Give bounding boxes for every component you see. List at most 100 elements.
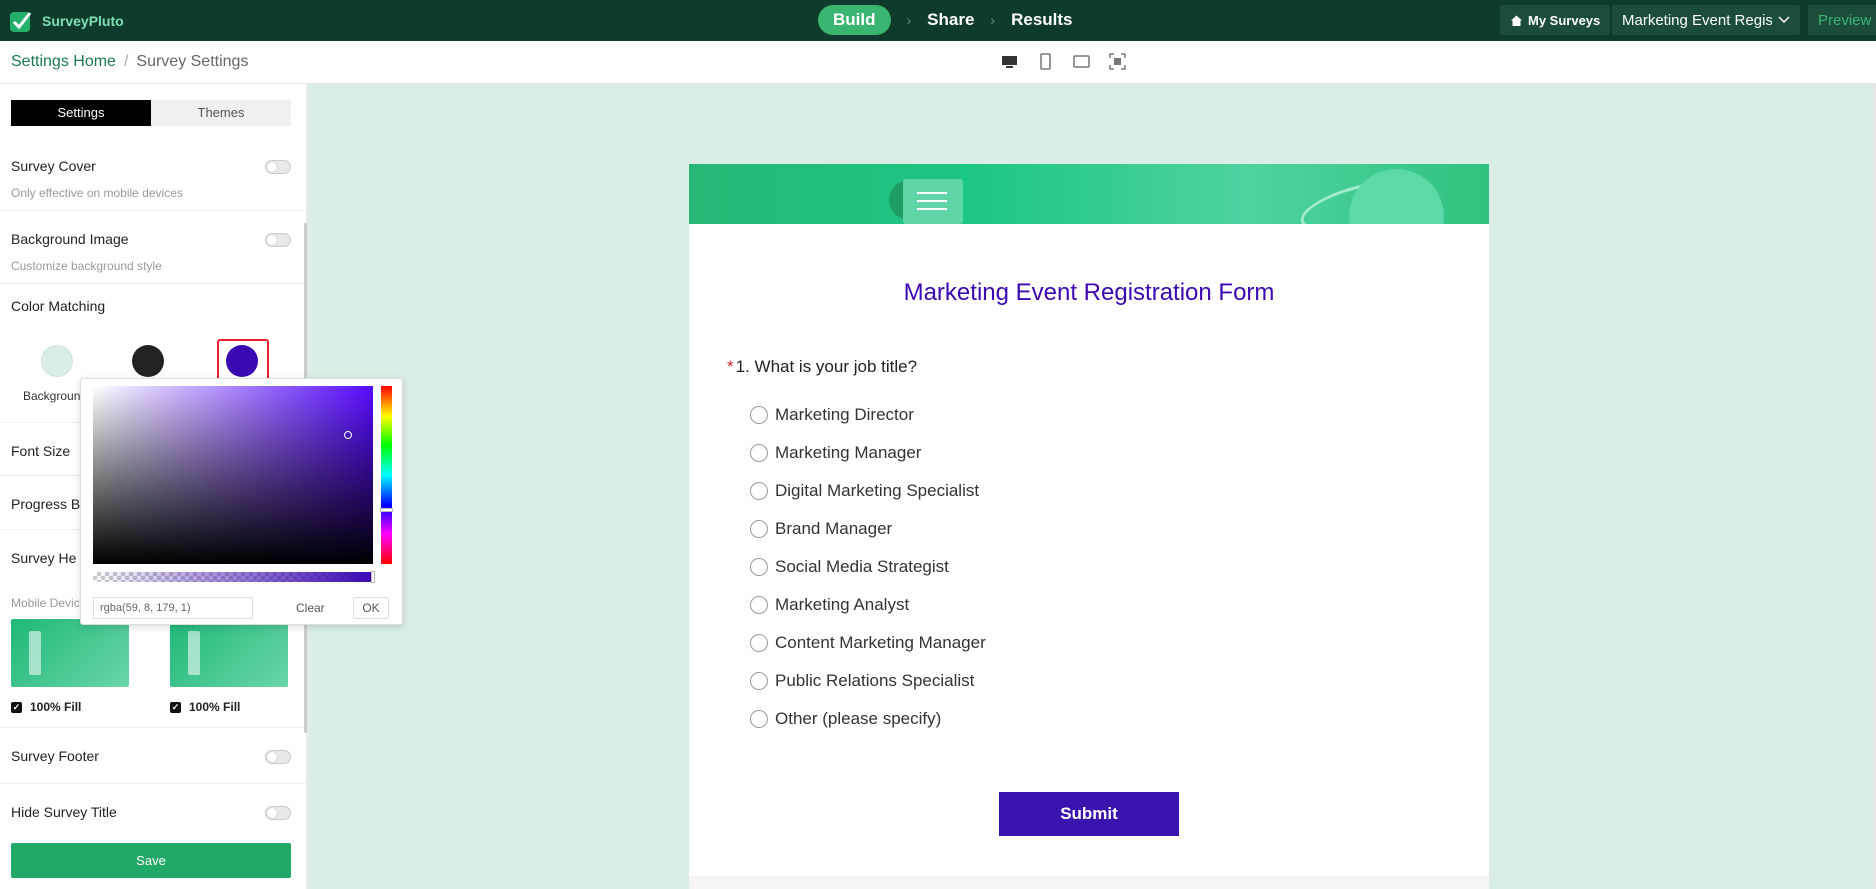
option-label: Other (please specify) bbox=[775, 709, 942, 728]
breadcrumb-home[interactable]: Settings Home bbox=[11, 53, 116, 71]
radio-icon[interactable] bbox=[750, 406, 768, 424]
survey-header-banner bbox=[689, 164, 1489, 224]
divider bbox=[0, 210, 307, 211]
radio-icon[interactable] bbox=[750, 444, 768, 462]
banner-planet-decoration bbox=[1349, 169, 1444, 224]
survey-cover-setting: Survey Cover Only effective on mobile de… bbox=[11, 158, 291, 200]
checkbox-checked-icon: ✓ bbox=[170, 701, 181, 713]
nav-results[interactable]: Results bbox=[1011, 10, 1072, 30]
tab-themes[interactable]: Themes bbox=[151, 100, 291, 126]
form-card-bottom bbox=[689, 876, 1489, 889]
brand[interactable]: SurveyPluto bbox=[8, 8, 124, 34]
color-matching-title: Color Matching bbox=[11, 298, 106, 314]
theme-color-swatch[interactable] bbox=[226, 345, 258, 377]
hide-survey-title-setting: Hide Survey Title bbox=[11, 804, 291, 820]
main-nav: Build › Share › Results bbox=[818, 5, 1073, 35]
background-image-setting: Background Image Customize background st… bbox=[11, 231, 291, 273]
background-image-subtitle: Customize background style bbox=[11, 259, 162, 273]
survey-cover-title: Survey Cover bbox=[11, 158, 96, 174]
radio-option[interactable]: Other (please specify) bbox=[750, 700, 986, 738]
option-label: Social Media Strategist bbox=[775, 557, 949, 576]
banner-list-decoration bbox=[903, 179, 963, 224]
radio-option[interactable]: Brand Manager bbox=[750, 510, 986, 548]
desktop-icon[interactable] bbox=[1001, 53, 1018, 70]
header-thumbnail-desktop[interactable] bbox=[170, 619, 288, 687]
radio-option[interactable]: Public Relations Specialist bbox=[750, 662, 986, 700]
chevron-right-icon: › bbox=[990, 12, 996, 28]
header-thumbnail-mobile[interactable] bbox=[11, 619, 129, 687]
surveypluto-logo-icon bbox=[10, 12, 32, 32]
survey-cover-subtitle: Only effective on mobile devices bbox=[11, 186, 183, 200]
hide-survey-title-title: Hide Survey Title bbox=[11, 804, 117, 820]
ok-button[interactable]: OK bbox=[353, 597, 389, 619]
alpha-handle[interactable] bbox=[371, 571, 375, 583]
text-color-swatch[interactable] bbox=[132, 345, 164, 377]
background-image-title: Background Image bbox=[11, 231, 129, 247]
option-label: Content Marketing Manager bbox=[775, 633, 986, 652]
fullscreen-icon[interactable] bbox=[1109, 53, 1126, 70]
survey-cover-toggle[interactable] bbox=[265, 160, 291, 174]
question-text: 1. What is your job title? bbox=[735, 357, 918, 376]
nav-build[interactable]: Build bbox=[818, 5, 891, 35]
survey-form: Marketing Event Registration Form * 1. Wh… bbox=[689, 164, 1489, 889]
color-matching-setting: Color Matching bbox=[11, 298, 291, 314]
submit-button[interactable]: Submit bbox=[999, 792, 1179, 836]
question-title: * 1. What is your job title? bbox=[727, 357, 917, 377]
preview-button[interactable]: Preview bbox=[1808, 5, 1876, 35]
top-bar: SurveyPluto Build › Share › Results My S… bbox=[0, 0, 1876, 41]
brand-name: SurveyPluto bbox=[42, 13, 124, 29]
radio-icon[interactable] bbox=[750, 520, 768, 538]
my-surveys-label: My Surveys bbox=[1528, 12, 1601, 28]
radio-icon[interactable] bbox=[750, 634, 768, 652]
survey-select-value: Marketing Event Registration Form bbox=[1622, 11, 1772, 29]
radio-option[interactable]: Marketing Director bbox=[750, 396, 986, 434]
option-label: Marketing Manager bbox=[775, 443, 922, 462]
radio-icon[interactable] bbox=[750, 482, 768, 500]
fill-checkbox-desktop[interactable]: ✓ 100% Fill bbox=[170, 700, 240, 714]
divider bbox=[0, 283, 307, 284]
option-label: Marketing Director bbox=[775, 405, 914, 424]
fill-checkbox-mobile[interactable]: ✓ 100% Fill bbox=[11, 700, 81, 714]
saturation-handle[interactable] bbox=[344, 431, 352, 439]
form-title: Marketing Event Registration Form bbox=[903, 279, 1275, 306]
breadcrumb-current: Survey Settings bbox=[136, 53, 249, 70]
chevron-down-icon bbox=[1778, 16, 1790, 24]
save-button[interactable]: Save bbox=[11, 843, 291, 878]
background-color-label: Backgroun bbox=[23, 389, 81, 403]
hue-handle[interactable] bbox=[380, 508, 393, 512]
saturation-value-panel[interactable] bbox=[93, 386, 373, 564]
hide-survey-title-toggle[interactable] bbox=[265, 806, 291, 820]
radio-icon[interactable] bbox=[750, 596, 768, 614]
clear-button[interactable]: Clear bbox=[296, 597, 325, 619]
color-picker-popup: Clear OK bbox=[80, 378, 403, 625]
radio-option[interactable]: Digital Marketing Specialist bbox=[750, 472, 986, 510]
fill-label: 100% Fill bbox=[189, 700, 241, 714]
radio-icon[interactable] bbox=[750, 558, 768, 576]
option-label: Marketing Analyst bbox=[775, 595, 910, 614]
mobile-devices-label: Mobile Devic bbox=[11, 596, 80, 610]
nav-share[interactable]: Share bbox=[927, 10, 974, 30]
survey-select[interactable]: Marketing Event Registration Form bbox=[1612, 5, 1800, 35]
radio-icon[interactable] bbox=[750, 710, 768, 728]
required-mark: * bbox=[727, 357, 734, 376]
color-value-input[interactable] bbox=[93, 597, 253, 619]
tab-settings[interactable]: Settings bbox=[11, 100, 151, 126]
my-surveys-button[interactable]: My Surveys bbox=[1500, 5, 1611, 35]
background-color-swatch[interactable] bbox=[41, 345, 73, 377]
radio-icon[interactable] bbox=[750, 672, 768, 690]
survey-footer-toggle[interactable] bbox=[265, 750, 291, 764]
tablet-icon[interactable] bbox=[1073, 53, 1090, 70]
radio-option[interactable]: Content Marketing Manager bbox=[750, 624, 986, 662]
radio-option[interactable]: Marketing Analyst bbox=[750, 586, 986, 624]
radio-option[interactable]: Marketing Manager bbox=[750, 434, 986, 472]
device-preview-toggle bbox=[1001, 53, 1126, 70]
question-options: Marketing Director Marketing Manager Dig… bbox=[750, 396, 986, 738]
alpha-slider[interactable] bbox=[93, 572, 373, 582]
radio-option[interactable]: Social Media Strategist bbox=[750, 548, 986, 586]
option-label: Digital Marketing Specialist bbox=[775, 481, 980, 500]
background-image-toggle[interactable] bbox=[265, 233, 291, 247]
hue-slider[interactable] bbox=[381, 386, 392, 564]
mobile-icon[interactable] bbox=[1037, 53, 1054, 70]
home-icon bbox=[1511, 15, 1522, 26]
survey-footer-title: Survey Footer bbox=[11, 748, 99, 764]
